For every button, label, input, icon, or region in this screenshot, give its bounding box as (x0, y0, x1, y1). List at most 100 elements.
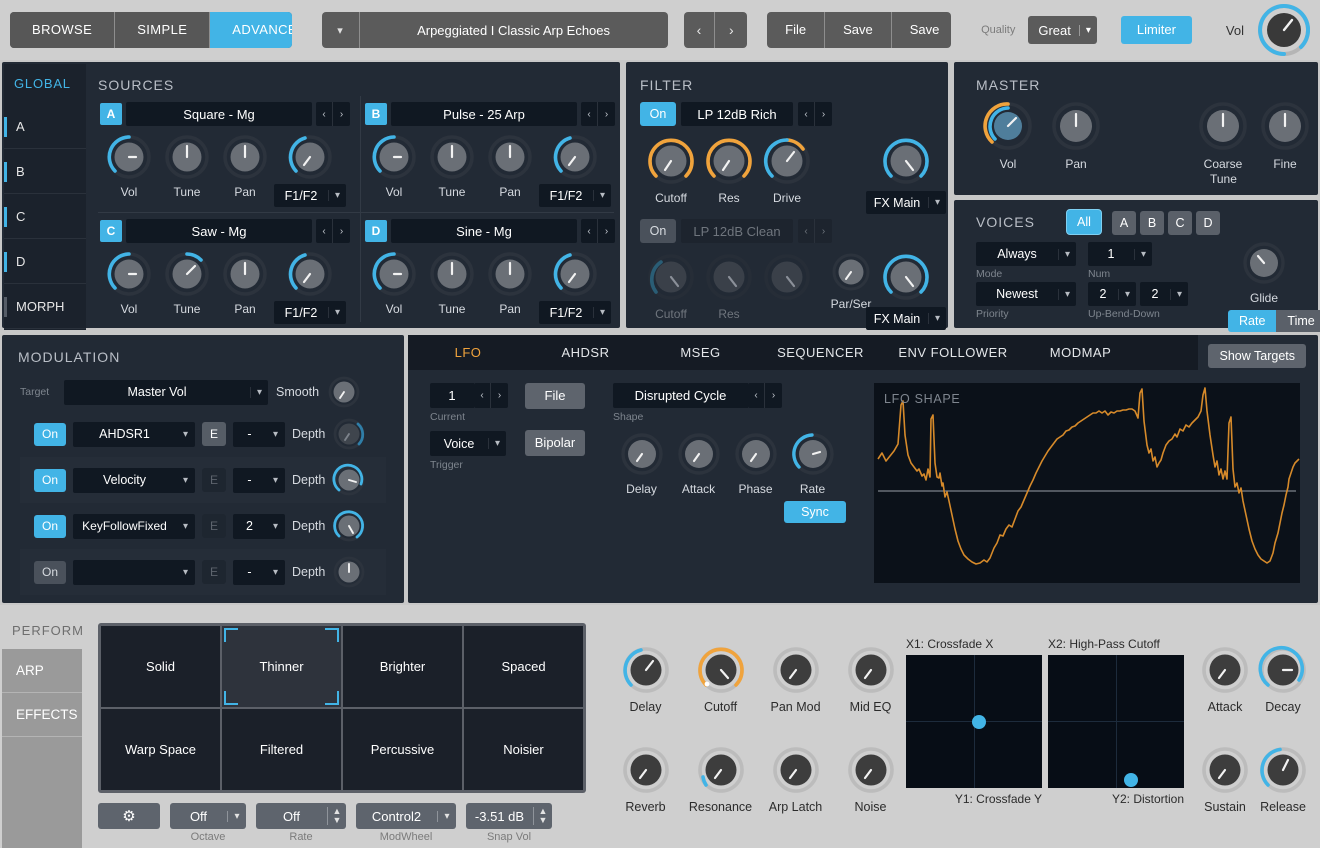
source-c-routing-select[interactable]: F1/F2 ▾ (274, 301, 346, 324)
pad-solid[interactable]: Solid (101, 626, 220, 707)
lfo-current-value[interactable]: 1 (430, 383, 474, 408)
sidebar-item-morph[interactable]: MORPH (4, 284, 86, 329)
filter2-fx-select[interactable]: FX Main ▾ (866, 307, 946, 330)
mode-advanced-button[interactable]: ADVANCED (210, 12, 291, 48)
source-b-routing-select[interactable]: F1/F2 ▾ (539, 184, 611, 207)
lfo-attack-knob[interactable] (676, 431, 722, 477)
parser-knob[interactable] (831, 252, 871, 292)
save-button[interactable]: Save (825, 12, 892, 48)
lfo-trigger-select[interactable]: Voice ▾ (430, 431, 506, 456)
source-b-name[interactable]: Pulse - 25 Arp (391, 102, 577, 126)
source-d-vol-knob[interactable] (371, 251, 417, 297)
lfo-next-icon[interactable]: › (491, 383, 508, 408)
master-vol-knob[interactable] (1258, 4, 1310, 56)
filter1-fx-knob[interactable] (881, 136, 931, 186)
pad-brighter[interactable]: Brighter (343, 626, 462, 707)
lfo-delay-knob[interactable] (619, 431, 665, 477)
modulation-row1-on[interactable]: On (34, 423, 66, 446)
filter2-extra-knob[interactable] (762, 252, 812, 302)
voice-channel-a[interactable]: A (1112, 211, 1136, 235)
master-fine-knob[interactable] (1259, 100, 1311, 152)
master-coarse-knob[interactable] (1197, 100, 1249, 152)
limiter-button[interactable]: Limiter (1121, 16, 1192, 44)
tab-mseg[interactable]: MSEG (643, 335, 758, 370)
voices-glide-knob[interactable] (1241, 240, 1287, 286)
tab-sequencer[interactable]: SEQUENCER (758, 335, 883, 370)
source-d-badge[interactable]: D (365, 220, 387, 242)
modulation-row2-source[interactable]: Velocity ▾ (73, 468, 195, 493)
macro-delay-knob[interactable] (621, 645, 671, 695)
source-a-next-icon[interactable]: › (333, 102, 350, 126)
source-d-prev-icon[interactable]: ‹ (581, 219, 598, 243)
filter2-res-knob[interactable] (704, 252, 754, 302)
voices-priority-select[interactable]: Newest ▾ (976, 282, 1076, 306)
modulation-row1-num[interactable]: - ▾ (233, 422, 285, 447)
filter1-res-knob[interactable] (704, 136, 754, 186)
source-b-pan-knob[interactable] (487, 134, 533, 180)
filter2-type[interactable]: LP 12dB Clean (681, 219, 793, 243)
lfo-phase-knob[interactable] (733, 431, 779, 477)
filter2-cutoff-knob[interactable] (646, 252, 696, 302)
pad-filtered[interactable]: Filtered (222, 709, 341, 790)
source-b-prev-icon[interactable]: ‹ (581, 102, 598, 126)
tab-modmap[interactable]: MODMAP (1023, 335, 1138, 370)
modulation-smooth-knob[interactable] (327, 375, 361, 409)
modulation-row4-num[interactable]: - ▾ (233, 560, 285, 585)
filter1-drive-knob[interactable] (762, 136, 812, 186)
source-d-name[interactable]: Sine - Mg (391, 219, 577, 243)
lfo-file-button[interactable]: File (525, 383, 585, 409)
source-d-tune-knob[interactable] (429, 251, 475, 297)
save-as-button[interactable]: Save As (892, 12, 951, 48)
modulation-row2-e-button[interactable]: E (202, 468, 226, 492)
mode-simple-button[interactable]: SIMPLE (115, 12, 210, 48)
source-d-pan-knob[interactable] (487, 251, 533, 297)
source-b-badge[interactable]: B (365, 103, 387, 125)
preset-next-button[interactable]: › (715, 12, 747, 48)
modulation-row3-source[interactable]: KeyFollowFixed ▾ (73, 514, 195, 539)
source-a-routing-knob[interactable] (287, 134, 333, 180)
octave-select[interactable]: Off ▾ (170, 803, 246, 829)
voices-num-select[interactable]: 1 ▾ (1088, 242, 1152, 266)
lfo-shape-prev-icon[interactable]: ‹ (748, 383, 765, 408)
pad-warp-space[interactable]: Warp Space (101, 709, 220, 790)
macro-mid-eq-knob[interactable] (846, 645, 896, 695)
filter1-on-button[interactable]: On (640, 102, 676, 126)
modulation-row4-source[interactable]: ▾ (73, 560, 195, 585)
macro-pan-mod-knob[interactable] (771, 645, 821, 695)
sidebar-item-effects[interactable]: EFFECTS (2, 693, 82, 737)
source-c-vol-knob[interactable] (106, 251, 152, 297)
lfo-sync-button[interactable]: Sync (784, 501, 846, 523)
filter1-prev-icon[interactable]: ‹ (798, 102, 815, 126)
xy-pad-2[interactable] (1048, 655, 1184, 788)
lfo-shape-next-icon[interactable]: › (765, 383, 782, 408)
source-a-tune-knob[interactable] (164, 134, 210, 180)
filter1-next-icon[interactable]: › (815, 102, 832, 126)
voices-rate-button[interactable]: Rate (1228, 310, 1276, 332)
pad-noisier[interactable]: Noisier (464, 709, 583, 790)
macro-resonance-knob[interactable] (696, 745, 746, 795)
sidebar-item-arp[interactable]: ARP (2, 649, 82, 693)
lfo-bipolar-button[interactable]: Bipolar (525, 430, 585, 456)
source-c-tune-knob[interactable] (164, 251, 210, 297)
modulation-row3-e-button[interactable]: E (202, 514, 226, 538)
show-targets-button[interactable]: Show Targets (1208, 344, 1306, 368)
source-c-next-icon[interactable]: › (333, 219, 350, 243)
macro-arp-latch-knob[interactable] (771, 745, 821, 795)
source-b-vol-knob[interactable] (371, 134, 417, 180)
voices-all-button[interactable]: All (1066, 209, 1102, 235)
source-c-pan-knob[interactable] (222, 251, 268, 297)
macro-cutoff-knob[interactable] (696, 645, 746, 695)
modulation-row1-e-button[interactable]: E (202, 422, 226, 446)
source-c-name[interactable]: Saw - Mg (126, 219, 312, 243)
preset-dropdown-icon[interactable]: ▾ (322, 12, 360, 48)
sidebar-item-c[interactable]: C (4, 194, 86, 239)
mode-browse-button[interactable]: BROWSE (10, 12, 115, 48)
source-a-vol-knob[interactable] (106, 134, 152, 180)
macro-reverb-knob[interactable] (621, 745, 671, 795)
source-d-routing-knob[interactable] (552, 251, 598, 297)
rate-stepper[interactable]: Off ▲▼ (256, 803, 346, 829)
source-b-tune-knob[interactable] (429, 134, 475, 180)
modulation-row1-depth-knob[interactable] (332, 417, 366, 451)
pad-thinner[interactable]: Thinner (222, 626, 341, 707)
voice-channel-b[interactable]: B (1140, 211, 1164, 235)
